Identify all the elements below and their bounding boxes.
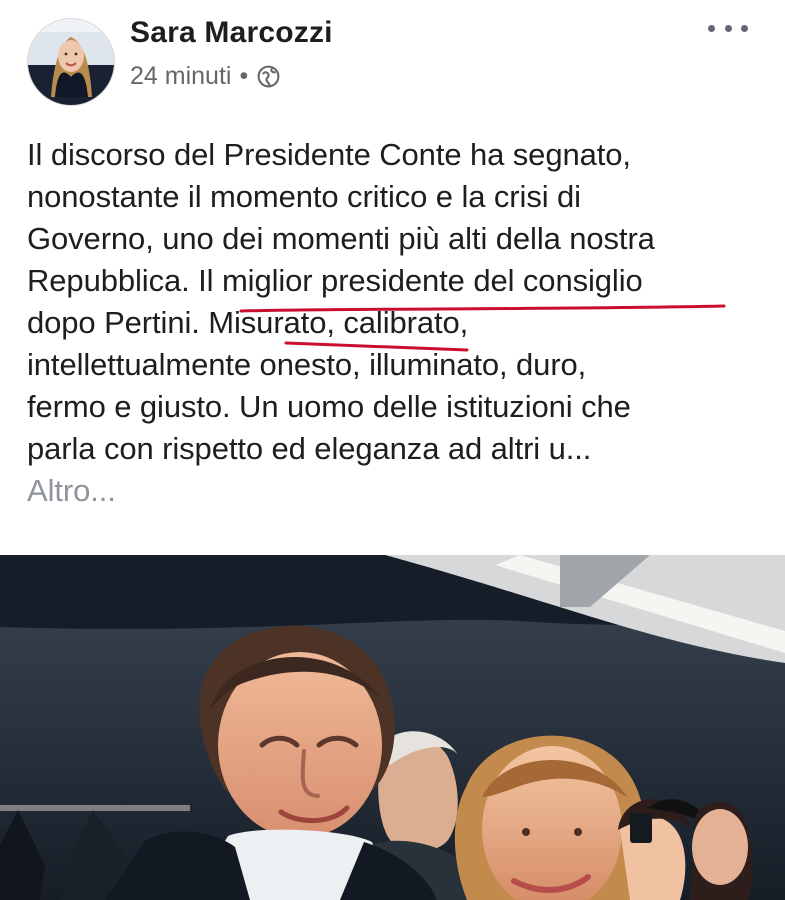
avatar-image [28, 19, 114, 105]
more-dot [708, 24, 715, 32]
post-time[interactable]: 24 minuti [130, 62, 231, 91]
post-meta: 24 minuti • [130, 62, 281, 91]
author-name[interactable]: Sara Marcozzi [130, 16, 333, 50]
post-text-line: intellettualmente onesto, illuminato, du… [27, 347, 587, 382]
post-text: Il discorso del Presidente Conte ha segn… [27, 134, 757, 512]
meta-separator: • [239, 62, 249, 90]
see-more-link[interactable]: Altro... [27, 470, 757, 512]
more-dot [741, 24, 748, 32]
globe-icon [257, 65, 280, 88]
post-photo[interactable] [0, 555, 785, 900]
post-text-line: Governo, uno dei momenti più alti della … [27, 221, 655, 256]
post-text-line: dopo Pertini. Misurato, calibrato, [27, 305, 469, 340]
post-text-line: Il discorso del Presidente Conte ha segn… [27, 137, 631, 172]
post-text-line: nonostante il momento critico e la crisi… [27, 179, 581, 214]
more-options-icon[interactable] [708, 14, 748, 42]
post-text-line: fermo e giusto. Un uomo delle istituzion… [27, 389, 631, 424]
more-dot [724, 24, 732, 32]
post-text-line: parla con rispetto ed eleganza ad altri … [27, 431, 592, 466]
post-image [0, 555, 785, 900]
post-text-line: Repubblica. Il miglior presidente del co… [27, 263, 643, 298]
post-header: Sara Marcozzi 24 minuti • [0, 0, 785, 115]
author-avatar[interactable] [27, 18, 115, 106]
